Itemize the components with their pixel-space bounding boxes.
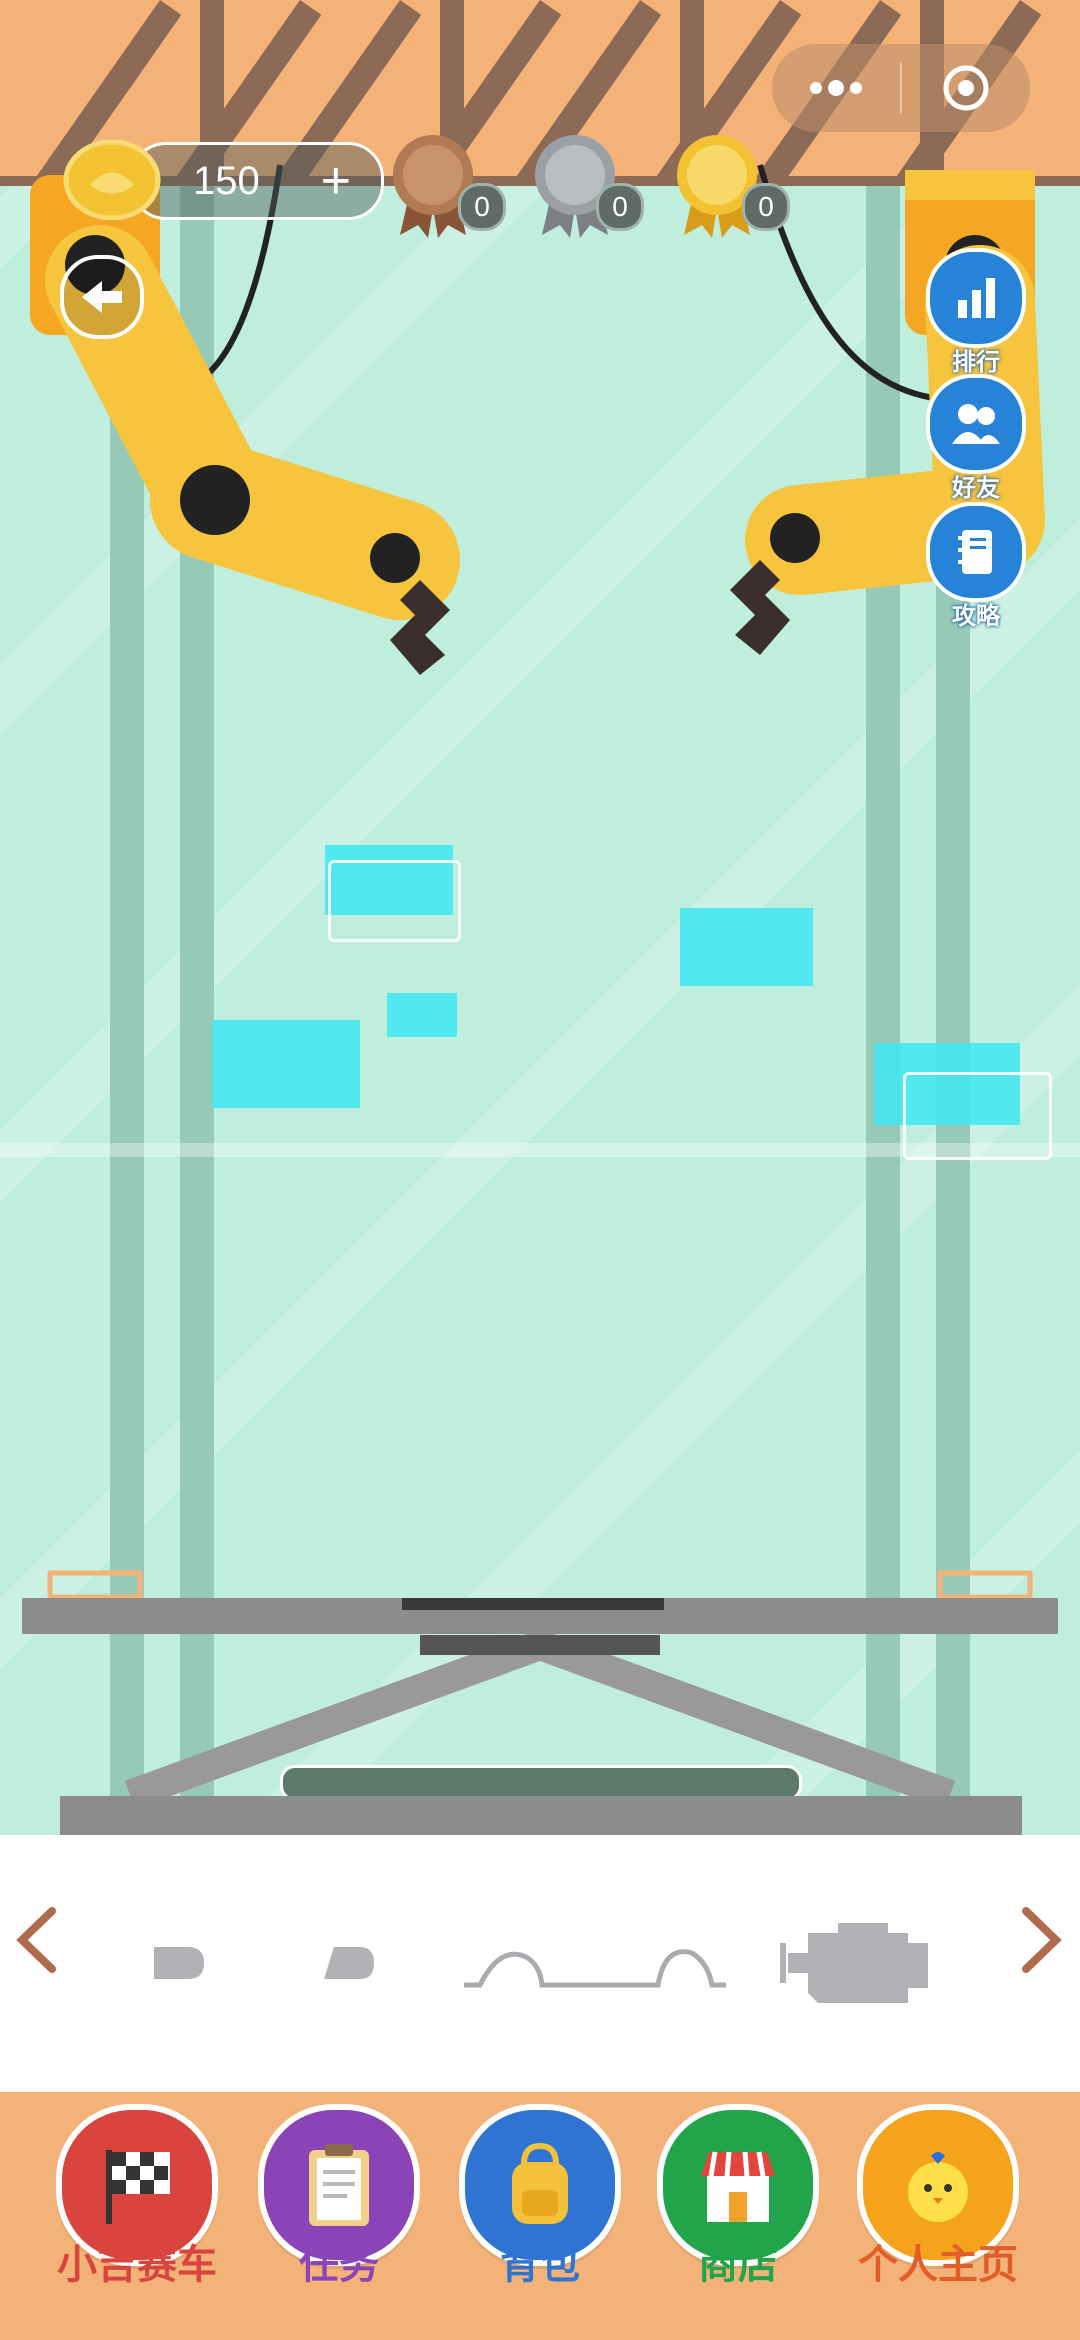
nav-tasks[interactable]: 任务 bbox=[249, 2104, 429, 2290]
glass-slot bbox=[328, 860, 461, 942]
bronze-medal-count: 0 bbox=[458, 183, 506, 231]
silver-medal-count: 0 bbox=[596, 183, 644, 231]
ranking-label: 排行 bbox=[952, 349, 1000, 376]
bar-chart-icon bbox=[926, 248, 1026, 348]
nav-profile-label: 个人主页 bbox=[858, 2243, 1018, 2287]
glass-part[interactable] bbox=[680, 908, 813, 986]
gold-medal-count: 0 bbox=[742, 183, 790, 231]
coin-value: 150 bbox=[193, 158, 260, 203]
nav-racing-label: 小吉赛车 bbox=[57, 2243, 217, 2287]
friends-icon bbox=[926, 374, 1026, 474]
nav-profile[interactable]: 个人主页 bbox=[848, 2104, 1028, 2290]
part-small-wedge[interactable] bbox=[320, 1943, 380, 1983]
parts-tray bbox=[0, 1835, 1080, 2092]
part-small-round[interactable] bbox=[150, 1943, 210, 1983]
nav-backpack-label: 背包 bbox=[500, 2243, 580, 2287]
part-engine[interactable] bbox=[778, 1913, 938, 2013]
coin-icon bbox=[63, 139, 161, 220]
nav-shop-label: 商店 bbox=[698, 2243, 778, 2287]
nav-tasks-label: 任务 bbox=[299, 2243, 379, 2287]
glass-slot bbox=[903, 1072, 1052, 1160]
guide-book-icon bbox=[926, 502, 1026, 602]
tray-prev-arrow[interactable] bbox=[14, 1905, 58, 1975]
target-circle-icon bbox=[943, 65, 989, 111]
mini-program-capsule bbox=[772, 44, 1030, 132]
glass-part[interactable] bbox=[387, 993, 457, 1037]
glass-part[interactable] bbox=[212, 1020, 360, 1108]
car-lift-base bbox=[60, 1796, 1022, 1835]
friends-button[interactable]: 好友 bbox=[926, 374, 1026, 503]
guide-button[interactable]: 攻略 bbox=[926, 502, 1026, 631]
ranking-button[interactable]: 排行 bbox=[926, 248, 1026, 377]
more-button[interactable] bbox=[772, 80, 900, 96]
part-wheel-arch-bar[interactable] bbox=[460, 1945, 730, 1995]
bottom-nav: 小吉赛车 任务 背包 商店 个人主页 bbox=[0, 2092, 1080, 2340]
back-button[interactable] bbox=[60, 255, 144, 339]
nav-shop[interactable]: 商店 bbox=[648, 2104, 828, 2290]
more-dots-icon bbox=[810, 80, 862, 96]
tray-next-arrow[interactable] bbox=[1020, 1905, 1064, 1975]
close-mini-program-button[interactable] bbox=[902, 63, 1030, 113]
guide-label: 攻略 bbox=[952, 603, 1000, 630]
add-coins-button[interactable]: + bbox=[321, 155, 351, 207]
nav-racing[interactable]: 小吉赛车 bbox=[47, 2104, 227, 2290]
back-arrow-icon bbox=[82, 281, 122, 313]
assembly-scene: 150 + 0 0 0 排行 好友 攻略 bbox=[0, 0, 1080, 1835]
nav-backpack[interactable]: 背包 bbox=[450, 2104, 630, 2290]
friends-label: 好友 bbox=[952, 475, 1000, 502]
car-lift-platform bbox=[22, 1598, 1058, 1634]
